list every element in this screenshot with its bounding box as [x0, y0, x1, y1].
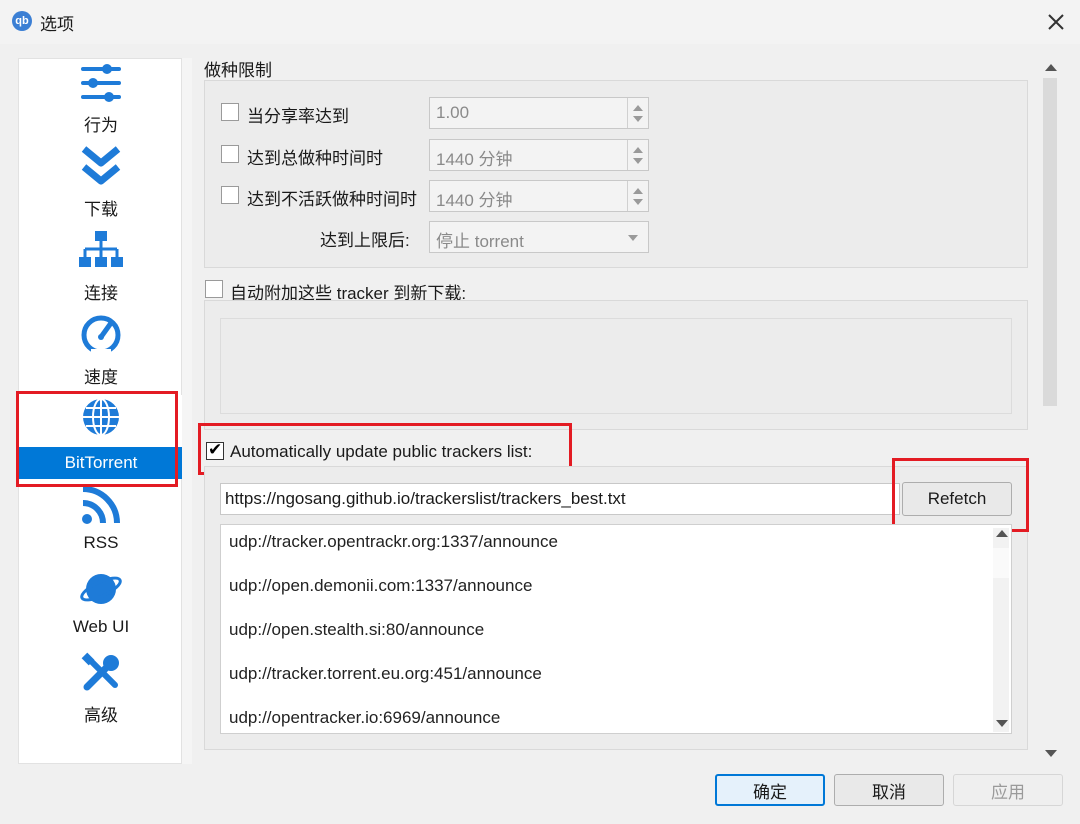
list-item: udp://open.stealth.si:80/announce	[229, 620, 485, 639]
spin-arrows[interactable]	[627, 181, 648, 211]
sidebar-item-advanced[interactable]: 高级	[19, 651, 183, 735]
auto-trackers-checkbox[interactable]	[205, 280, 223, 298]
ratio-checkbox[interactable]	[221, 103, 239, 121]
sidebar-item-webui[interactable]: Web UI	[19, 567, 183, 651]
cancel-button[interactable]: 取消	[834, 774, 944, 806]
sidebar-item-label: 行为	[84, 116, 118, 135]
tracker-list-scroll-thumb[interactable]	[993, 548, 1009, 578]
limit-action-value: 停止 torrent	[436, 232, 524, 251]
window-title: 选项	[40, 15, 74, 34]
sidebar-item-connection[interactable]: 连接	[19, 229, 183, 313]
sidebar-item-rss[interactable]: RSS	[19, 483, 183, 567]
list-item: udp://open.demonii.com:1337/announce	[229, 576, 533, 595]
spin-arrows[interactable]	[627, 140, 648, 170]
spin-arrows[interactable]	[627, 98, 648, 128]
ratio-label: 当分享率达到	[247, 107, 349, 126]
inactive-time-spinbox[interactable]: 1440 分钟	[429, 180, 649, 212]
ok-button[interactable]: 确定	[715, 774, 825, 806]
sidebar-item-downloads[interactable]: 下载	[19, 145, 183, 229]
list-item: udp://opentracker.io:6969/announce	[229, 708, 501, 727]
chevron-down-icon	[628, 235, 638, 241]
scroll-down-icon[interactable]	[996, 720, 1008, 727]
tools-icon	[81, 652, 119, 691]
total-time-spinbox[interactable]: 1440 分钟	[429, 139, 649, 171]
planet-icon	[80, 574, 122, 604]
seeding-limits-title: 做种限制	[204, 61, 272, 80]
title-bar	[0, 0, 1080, 44]
sidebar-item-speed[interactable]: 速度	[19, 313, 183, 397]
scroll-up-icon[interactable]	[1045, 64, 1057, 71]
app-icon: qb	[12, 11, 32, 31]
content-scroll-thumb[interactable]	[1043, 78, 1057, 406]
close-icon	[1048, 14, 1064, 30]
auto-trackers-textarea[interactable]	[220, 318, 1012, 414]
tracker-list[interactable]: udp://tracker.opentrackr.org:1337/announ…	[220, 524, 1012, 734]
limit-action-label: 达到上限后:	[320, 231, 410, 250]
scroll-down-icon[interactable]	[1045, 750, 1057, 757]
list-item: udp://tracker.opentrackr.org:1337/announ…	[229, 532, 558, 551]
speedometer-icon	[81, 315, 121, 355]
ratio-spinbox[interactable]: 1.00	[429, 97, 649, 129]
inactive-time-checkbox[interactable]	[221, 186, 239, 204]
sliders-icon	[81, 64, 121, 102]
close-button[interactable]	[1040, 6, 1072, 38]
ratio-value: 1.00	[436, 103, 470, 122]
tracker-url-input[interactable]: https://ngosang.github.io/trackerslist/t…	[220, 483, 900, 515]
sidebar-item-label: 连接	[84, 284, 118, 303]
annotation-highlight-refetch	[892, 458, 1029, 532]
sidebar-item-label: Web UI	[72, 617, 130, 636]
inactive-time-value: 1440 分钟	[436, 191, 513, 210]
sidebar-item-label: 下载	[84, 200, 118, 219]
network-icon	[79, 231, 123, 267]
total-time-checkbox[interactable]	[221, 145, 239, 163]
sidebar-item-label: 高级	[84, 706, 118, 725]
sidebar-item-behavior[interactable]: 行为	[19, 61, 183, 145]
total-time-value: 1440 分钟	[436, 150, 513, 169]
sidebar-item-label: 速度	[84, 368, 118, 387]
apply-button[interactable]: 应用	[953, 774, 1063, 806]
double-chevron-down-icon	[81, 146, 121, 185]
inactive-time-label: 达到不活跃做种时间时	[247, 190, 417, 209]
limit-action-combobox[interactable]: 停止 torrent	[429, 221, 649, 253]
rss-icon	[82, 486, 120, 524]
list-item: udp://tracker.torrent.eu.org:451/announc…	[229, 664, 542, 683]
total-time-label: 达到总做种时间时	[247, 149, 383, 168]
annotation-highlight-bittorrent	[16, 391, 178, 487]
sidebar-item-label: RSS	[83, 533, 119, 552]
sidebar-scrollbar[interactable]	[182, 58, 192, 764]
scroll-up-icon[interactable]	[996, 530, 1008, 537]
